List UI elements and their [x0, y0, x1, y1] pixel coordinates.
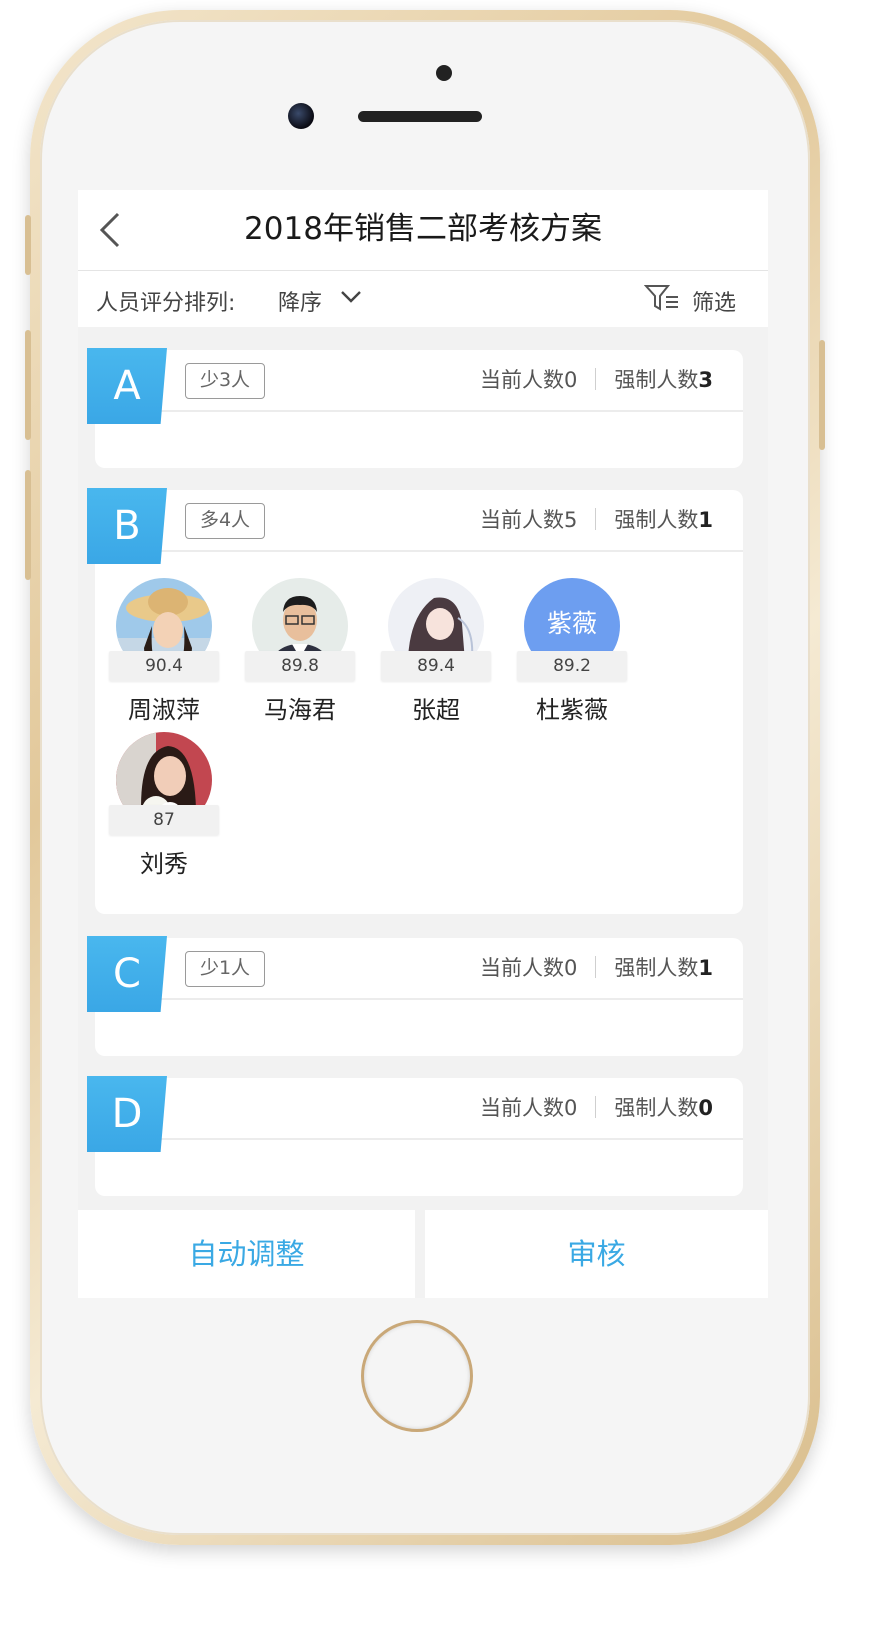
- forced-count-value: 1: [698, 956, 713, 980]
- score-chip: 89.2: [517, 651, 627, 681]
- current-count: 当前人数0: [480, 956, 578, 980]
- auto-adjust-button[interactable]: 自动调整: [78, 1210, 415, 1298]
- volume-down-button: [25, 470, 31, 580]
- divider: [595, 956, 597, 978]
- grade-card-c: C 少1人 当前人数0 强制人数1: [87, 936, 743, 1056]
- quota-badge: 少1人: [185, 951, 265, 987]
- card-header: C 少1人 当前人数0 强制人数1: [87, 936, 743, 1012]
- grade-card-a: A 少3人 当前人数0 强制人数3: [87, 348, 743, 468]
- nav-bar: 2018年销售二部考核方案: [78, 190, 768, 271]
- person-name: 张超: [412, 696, 460, 724]
- forced-count-value: 3: [698, 368, 713, 392]
- grade-tab: A: [87, 348, 167, 424]
- current-count: 当前人数0: [480, 1096, 578, 1120]
- divider: [595, 1096, 597, 1118]
- card-header: B 多4人 当前人数5 强制人数1: [87, 488, 743, 564]
- grade-tab: C: [87, 936, 167, 1012]
- headcount-info: 当前人数5 强制人数1: [480, 504, 713, 534]
- grade-tab: B: [87, 488, 167, 564]
- headcount-info: 当前人数0 强制人数3: [480, 364, 713, 394]
- quota-badge: 多4人: [185, 503, 265, 539]
- person-name: 周淑萍: [128, 696, 200, 724]
- divider: [595, 508, 597, 530]
- score-chip: 87: [109, 805, 219, 835]
- headcount-info: 当前人数0 强制人数1: [480, 952, 713, 982]
- grade-tab: D: [87, 1076, 167, 1152]
- forced-count-label: 强制人数: [614, 508, 699, 532]
- power-button: [819, 340, 825, 450]
- grade-card-d: D 当前人数0 强制人数0: [87, 1076, 743, 1196]
- home-button[interactable]: [361, 1320, 473, 1432]
- filter-button[interactable]: 筛选: [692, 285, 736, 317]
- grade-card-b: B 多4人 当前人数5 强制人数1 90.4 周淑萍 89.8 马海君 89.4…: [87, 488, 743, 914]
- forced-count-value: 0: [698, 1096, 713, 1120]
- sort-order-dropdown[interactable]: 降序: [278, 285, 322, 317]
- score-chip: 90.4: [109, 651, 219, 681]
- forced-count-label: 强制人数: [614, 956, 699, 980]
- app-screen: 2018年销售二部考核方案 人员评分排列: 降序 筛选 A 少3人 当前人数0 强…: [78, 190, 768, 1298]
- sort-label: 人员评分排列:: [96, 291, 236, 316]
- forced-count-value: 1: [698, 508, 713, 532]
- person-name: 马海君: [264, 696, 336, 724]
- mute-switch: [25, 215, 31, 275]
- score-chip: 89.4: [381, 651, 491, 681]
- sort-bar: 人员评分排列: 降序 筛选: [78, 271, 768, 327]
- headcount-info: 当前人数0 强制人数0: [480, 1092, 713, 1122]
- card-header: D 当前人数0 强制人数0: [87, 1076, 743, 1152]
- current-count: 当前人数0: [480, 368, 578, 392]
- filter-icon[interactable]: [644, 283, 680, 313]
- bottom-action-bar: 自动调整 审核: [78, 1210, 768, 1298]
- person-name: 刘秀: [140, 850, 188, 878]
- front-camera: [288, 103, 314, 129]
- forced-count-label: 强制人数: [614, 368, 699, 392]
- chevron-down-icon[interactable]: [340, 289, 362, 305]
- quota-badge: 少3人: [185, 363, 265, 399]
- page-title: 2018年销售二部考核方案: [244, 211, 602, 247]
- divider: [595, 368, 597, 390]
- proximity-sensor: [436, 65, 452, 81]
- volume-up-button: [25, 330, 31, 440]
- current-count: 当前人数5: [480, 508, 578, 532]
- earpiece-speaker: [358, 111, 482, 122]
- review-button[interactable]: 审核: [425, 1210, 768, 1298]
- forced-count-label: 强制人数: [614, 1096, 699, 1120]
- avatar-initials: 紫薇: [546, 609, 597, 638]
- score-chip: 89.8: [245, 651, 355, 681]
- card-header: A 少3人 当前人数0 强制人数3: [87, 348, 743, 424]
- person-name: 杜紫薇: [536, 696, 608, 724]
